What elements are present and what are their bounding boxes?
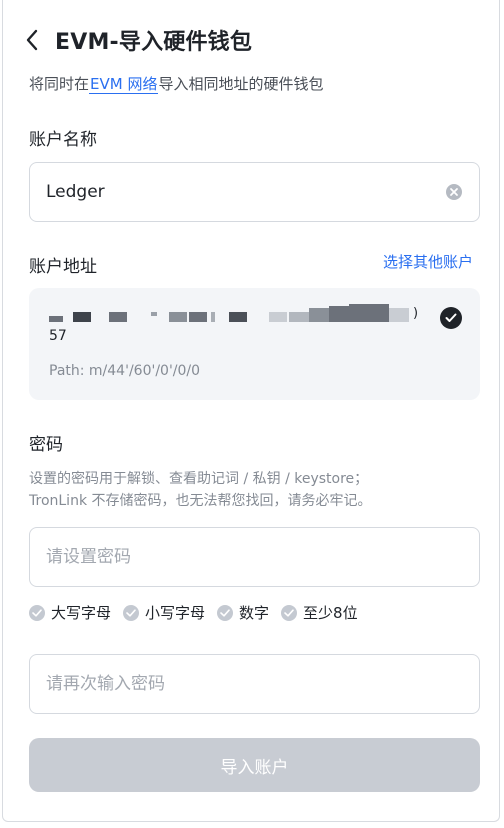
address-blur-segment xyxy=(289,312,309,322)
derivation-path: Path: m/44'/60'/0'/0/0 xyxy=(49,363,201,379)
address-card[interactable]: ) 57 Path: m/44'/60'/0'/0/0 xyxy=(29,288,480,400)
import-hardware-wallet-panel: EVM-导入硬件钱包 将同时在EVM 网络导入相同地址的硬件钱包 账户名称 账户… xyxy=(2,0,500,822)
rule-label: 大写字母 xyxy=(51,604,112,622)
account-name-input[interactable] xyxy=(46,182,445,202)
confirm-password-field[interactable] xyxy=(29,654,480,714)
account-address-label: 账户地址 xyxy=(29,257,97,277)
address-blur-segment xyxy=(189,312,207,322)
address-blur-segment xyxy=(309,308,329,322)
password-rules: 大写字母 小写字母 数字 至少8位 xyxy=(29,602,370,623)
password-hint-line2: TronLink 不存储密码，也无法帮您找回，请务必牢记。 xyxy=(29,493,372,509)
clear-icon[interactable] xyxy=(445,183,463,201)
address-edge-char: ) xyxy=(413,306,419,321)
check-icon xyxy=(281,604,298,621)
address-blur-segment xyxy=(229,312,247,322)
address-blur-segment xyxy=(169,312,187,322)
address-tail: 57 xyxy=(49,328,67,344)
blurred-address: ) xyxy=(47,304,419,330)
account-name-label: 账户名称 xyxy=(29,130,97,150)
rule-label: 至少8位 xyxy=(303,604,358,622)
password-label: 密码 xyxy=(29,435,63,455)
password-field[interactable] xyxy=(29,527,480,587)
rule-label: 小写字母 xyxy=(145,604,206,622)
address-blur-segment xyxy=(73,312,91,322)
address-blur-segment xyxy=(389,308,409,322)
import-account-button[interactable]: 导入账户 xyxy=(29,738,480,792)
address-blur-segment xyxy=(211,312,215,322)
page-title: EVM-导入硬件钱包 xyxy=(55,30,253,55)
evm-network-link[interactable]: EVM 网络 xyxy=(89,75,159,94)
address-blur-segment xyxy=(349,304,389,322)
address-blur-segment xyxy=(151,312,157,316)
address-blur-segment xyxy=(329,306,349,322)
rule-uppercase: 大写字母 xyxy=(29,602,111,623)
select-other-account-link[interactable]: 选择其他账户 xyxy=(383,251,473,272)
address-blur-segment xyxy=(109,312,127,322)
subtitle-prefix: 将同时在 xyxy=(29,75,90,93)
check-icon xyxy=(29,604,45,621)
header: EVM-导入硬件钱包 xyxy=(25,22,252,58)
rule-label: 数字 xyxy=(239,604,270,622)
check-icon xyxy=(123,604,140,621)
back-button[interactable] xyxy=(25,25,51,55)
check-icon xyxy=(217,604,234,621)
password-hint: 设置的密码用于解锁、查看助记词 / 私钥 / keystore； TronLin… xyxy=(29,468,480,512)
address-blur-segment xyxy=(269,312,287,322)
rule-lowercase: 小写字母 xyxy=(123,602,205,623)
selected-check-icon xyxy=(440,307,462,329)
password-hint-line1: 设置的密码用于解锁、查看助记词 / 私钥 / keystore； xyxy=(29,471,369,487)
subtitle: 将同时在EVM 网络导入相同地址的硬件钱包 xyxy=(29,73,323,94)
account-name-field[interactable] xyxy=(29,162,480,222)
subtitle-suffix: 导入相同地址的硬件钱包 xyxy=(158,75,324,93)
rule-min-length: 至少8位 xyxy=(281,602,358,623)
confirm-password-input[interactable] xyxy=(46,674,463,694)
password-input[interactable] xyxy=(46,547,463,567)
chevron-left-icon xyxy=(26,29,38,51)
address-blur-segment xyxy=(49,316,63,322)
rule-number: 数字 xyxy=(217,602,269,623)
